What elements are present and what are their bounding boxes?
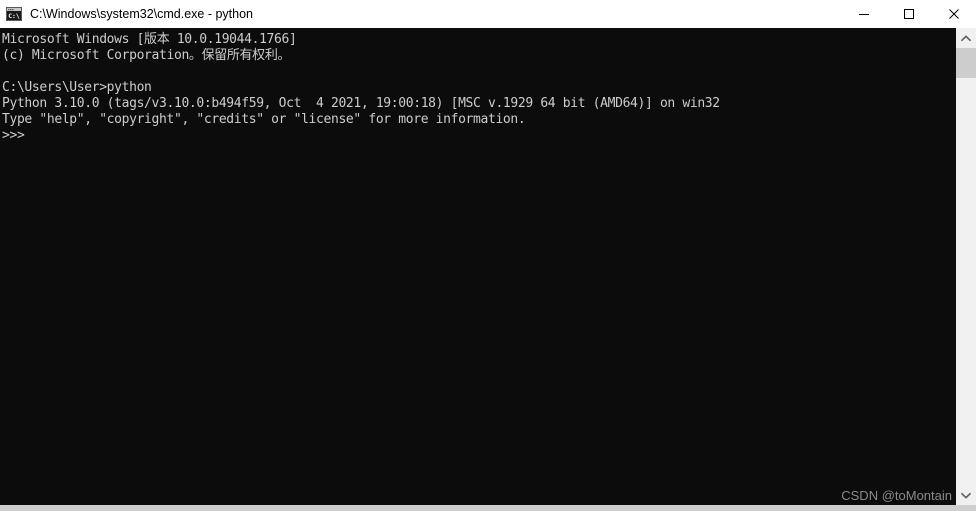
console-line-python-prompt: >>> (2, 128, 25, 143)
svg-text:C:\: C:\ (8, 12, 20, 20)
close-button[interactable] (931, 0, 976, 28)
scrollbar-thumb[interactable] (956, 48, 976, 78)
window-bottom-border (0, 505, 976, 511)
console-line: Microsoft Windows [版本 10.0.19044.1766] (2, 32, 297, 47)
window-title: C:\Windows\system32\cmd.exe - python (30, 7, 253, 21)
console-line-prompt-command: C:\Users\User>python (2, 80, 152, 95)
cmd-console-icon: C:\ (6, 7, 22, 21)
console-output[interactable]: Microsoft Windows [版本 10.0.19044.1766] (… (0, 28, 956, 505)
console-line: (c) Microsoft Corporation。保留所有权利。 (2, 48, 291, 63)
vertical-scrollbar[interactable] (956, 28, 976, 505)
minimize-button[interactable] (841, 0, 886, 28)
console-line-python-help: Type "help", "copyright", "credits" or "… (2, 112, 526, 127)
title-bar[interactable]: C:\ C:\Windows\system32\cmd.exe - python (0, 0, 976, 28)
chevron-down-icon[interactable] (956, 485, 976, 505)
cmd-window: C:\ C:\Windows\system32\cmd.exe - python (0, 0, 976, 511)
maximize-button[interactable] (886, 0, 931, 28)
window-controls (841, 0, 976, 28)
console-line-python-version: Python 3.10.0 (tags/v3.10.0:b494f59, Oct… (2, 96, 720, 111)
chevron-up-icon[interactable] (956, 28, 976, 48)
